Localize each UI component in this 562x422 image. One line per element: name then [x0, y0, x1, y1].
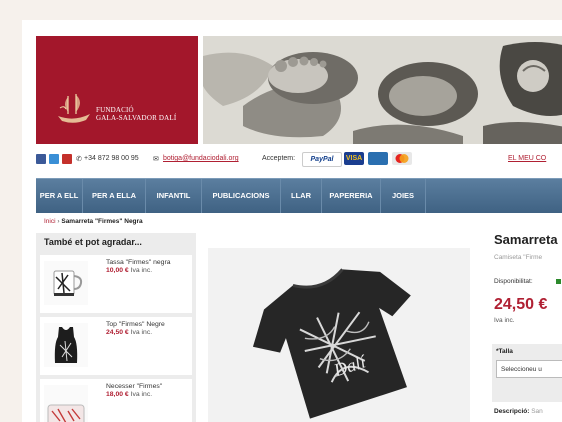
product-description: Descripció: San	[494, 408, 543, 415]
related-item[interactable]: Necesser "Firmes" 18,00 € Iva inc.	[40, 379, 192, 422]
logo-line-2: GALA-SALVADOR DALÍ	[96, 114, 177, 122]
nav-item-joies[interactable]: JOIES	[381, 179, 426, 213]
mug-icon	[53, 270, 83, 296]
related-item-vat: Iva inc.	[130, 329, 153, 336]
related-item-vat: Iva inc.	[130, 391, 153, 398]
related-item-name[interactable]: Necesser "Firmes"	[106, 383, 188, 391]
related-item[interactable]: Tassa "Firmes" negra 10,00 € Iva inc.	[40, 255, 192, 313]
banner-artwork-icon	[203, 36, 562, 144]
size-option-box: *Talla Seleccioneu u	[492, 344, 562, 402]
description-text: San	[531, 408, 543, 415]
breadcrumb-separator: ›	[57, 218, 60, 225]
nav-item-publicacions[interactable]: PUBLICACIONS	[202, 179, 281, 213]
breadcrumb-current: Samarreta "Firmes" Negra	[61, 218, 143, 225]
nav-item-llar[interactable]: LLAR	[281, 179, 322, 213]
foundation-logo[interactable]: FUNDACIÓ GALA-SALVADOR DALÍ	[36, 36, 198, 144]
card-icon	[368, 152, 388, 165]
phone-number: +34 872 98 00 95	[84, 155, 139, 162]
tank-top-icon	[54, 327, 78, 363]
nav-item-papereria[interactable]: PAPERERIA	[322, 179, 381, 213]
facebook-icon[interactable]	[36, 154, 46, 164]
pouch-icon	[47, 404, 85, 422]
page: FUNDACIÓ GALA-SALVADOR DALÍ ✆ +34 872 98…	[22, 20, 562, 422]
tshirt-icon: Dalí	[252, 268, 411, 419]
breadcrumb: Inici › Samarreta "Firmes" Negra	[44, 218, 143, 225]
product-image[interactable]: Dalí	[208, 248, 470, 422]
size-label: *Talla	[496, 348, 513, 355]
breadcrumb-home-link[interactable]: Inici	[44, 218, 56, 225]
related-item-price: 10,00 €	[106, 267, 129, 274]
availability: Disponibilitat:	[494, 278, 561, 285]
related-item[interactable]: Top "Firmes" Negre 24,50 € Iva inc.	[40, 317, 192, 375]
contact-bar: ✆ +34 872 98 00 95 ✉ botiga@fundaciodali…	[36, 151, 562, 169]
related-products-sidebar: També et pot agradar... Tassa "Firmes" n…	[36, 233, 196, 422]
my-account-link[interactable]: EL MEU CO	[508, 155, 546, 162]
sidebar-title: També et pot agradar...	[44, 237, 142, 247]
phone-icon: ✆	[76, 156, 82, 163]
product-price-vat: Iva inc.	[494, 317, 515, 324]
visa-badge: VISA	[344, 152, 364, 165]
availability-label: Disponibilitat:	[494, 278, 533, 285]
ship-logo-icon	[58, 94, 90, 123]
mug-thumbnail[interactable]	[44, 261, 88, 305]
mastercard-icon	[392, 152, 412, 165]
product-title: Samarreta	[494, 232, 558, 247]
paypal-badge: PayPal	[302, 152, 342, 167]
email-icon: ✉	[153, 156, 159, 163]
related-item-price: 24,50 €	[106, 329, 129, 336]
nav-item-infantil[interactable]: INFANTIL	[146, 179, 202, 213]
email-link[interactable]: botiga@fundaciodali.org	[163, 155, 239, 162]
logo-line-1: FUNDACIÓ	[96, 106, 134, 114]
header-banner-image	[203, 36, 562, 144]
twitter-icon[interactable]	[49, 154, 59, 164]
availability-indicator	[556, 279, 561, 284]
accept-label: Acceptem:	[262, 155, 296, 162]
youtube-icon[interactable]	[62, 154, 72, 164]
main-nav: PER A ELL PER A ELLA INFANTIL PUBLICACIO…	[36, 178, 562, 213]
size-select[interactable]: Seleccioneu u	[496, 360, 562, 378]
related-item-vat: Iva inc.	[130, 267, 153, 274]
pouch-thumbnail[interactable]	[44, 385, 88, 422]
nav-item-per-a-ella[interactable]: PER A ELLA	[83, 179, 146, 213]
product-price: 24,50 €	[494, 296, 548, 313]
related-item-name[interactable]: Tassa "Firmes" negra	[106, 259, 188, 267]
related-item-price: 18,00 €	[106, 391, 129, 398]
related-item-name[interactable]: Top "Firmes" Negre	[106, 321, 188, 329]
product-subtitle: Camiseta "Firme	[494, 254, 543, 261]
description-label: Descripció:	[494, 408, 530, 415]
nav-item-per-a-ell[interactable]: PER A ELL	[36, 179, 83, 213]
top-thumbnail[interactable]	[44, 323, 88, 367]
